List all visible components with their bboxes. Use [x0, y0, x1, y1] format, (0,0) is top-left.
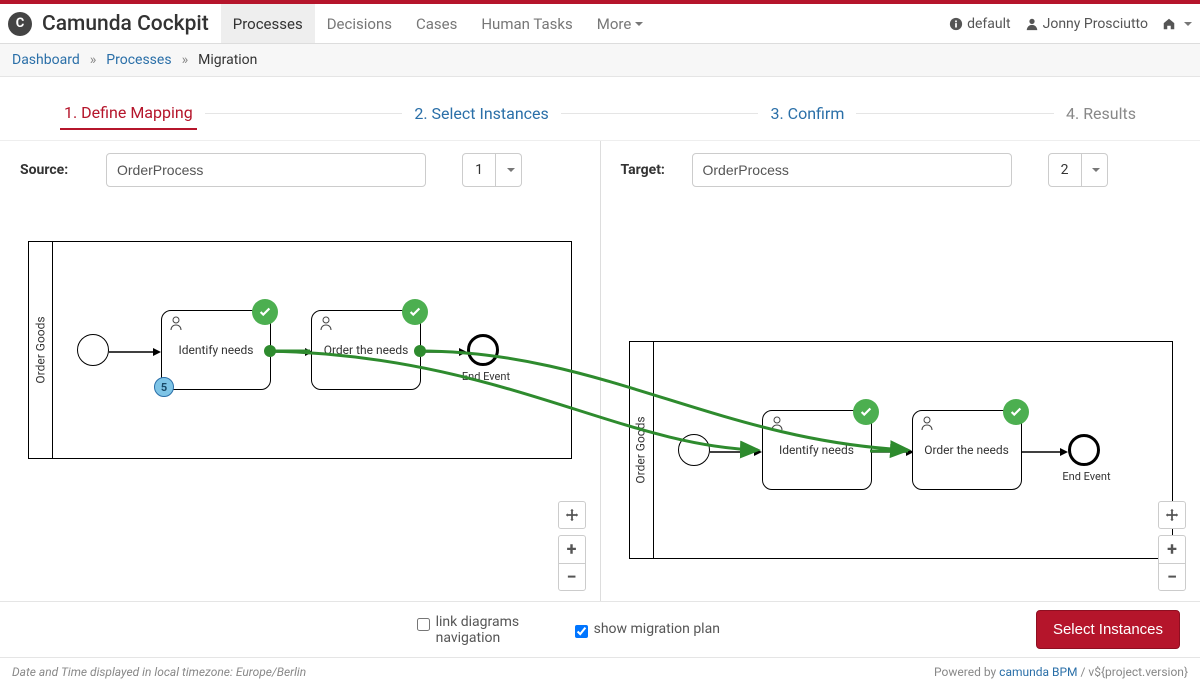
engine-selector[interactable]: default	[949, 16, 1011, 32]
mapping-check-icon	[252, 299, 278, 325]
nav-more[interactable]: More	[585, 4, 656, 43]
wizard-step-3[interactable]: 3. Confirm	[766, 98, 848, 129]
source-task-order[interactable]: Order the needs	[311, 310, 421, 390]
nav-more-label: More	[597, 15, 632, 33]
task-label: Order the needs	[324, 343, 409, 357]
source-end-label: End Event	[451, 370, 521, 383]
primary-nav: Processes Decisions Cases Human Tasks Mo…	[221, 4, 656, 43]
target-process-input[interactable]	[692, 153, 1012, 187]
mapping-check-icon	[402, 299, 428, 325]
app-header: C Camunda Cockpit Processes Decisions Ca…	[0, 4, 1200, 44]
wizard-step-4: 4. Results	[1062, 98, 1140, 129]
link-diagrams-input[interactable]	[417, 618, 430, 631]
target-task-order[interactable]: Order the needs	[912, 410, 1022, 490]
app-logo: C	[8, 12, 32, 36]
target-version: 2	[1048, 153, 1082, 187]
reset-zoom-button[interactable]	[1158, 501, 1186, 529]
breadcrumb-processes[interactable]: Processes	[106, 52, 171, 68]
target-pool-label: Order Goods	[630, 342, 654, 558]
user-task-icon	[168, 315, 184, 331]
user-task-icon	[318, 315, 334, 331]
nav-human-tasks[interactable]: Human Tasks	[469, 4, 584, 43]
source-task-identify[interactable]: Identify needs 5	[161, 310, 271, 390]
target-diagram[interactable]: Order Goods Identify needs Order the nee…	[629, 341, 1173, 559]
source-pool-label: Order Goods	[29, 242, 53, 458]
target-pane: Target: 2 Order Goods Identify needs	[601, 141, 1200, 601]
move-icon	[1165, 508, 1179, 522]
instance-count-badge[interactable]: 5	[154, 377, 174, 397]
breadcrumb-sep: »	[90, 52, 97, 68]
chevron-down-icon	[635, 22, 643, 26]
target-end-label: End Event	[1052, 470, 1122, 483]
footer-version: / v${project.version}	[1078, 665, 1188, 679]
nav-processes[interactable]: Processes	[221, 4, 315, 43]
zoom-out-button[interactable]: −	[1158, 563, 1186, 591]
target-end-event[interactable]	[1068, 434, 1100, 466]
source-label: Source:	[20, 162, 90, 178]
reset-zoom-button[interactable]	[558, 501, 586, 529]
mapping-check-icon	[1003, 399, 1029, 425]
nav-decisions[interactable]: Decisions	[315, 4, 404, 43]
nav-cases[interactable]: Cases	[404, 4, 469, 43]
source-version-dropdown[interactable]	[496, 153, 522, 187]
link-diagrams-checkbox[interactable]: link diagrams navigation	[417, 614, 547, 646]
show-plan-checkbox[interactable]: show migration plan	[575, 621, 720, 638]
target-version-dropdown[interactable]	[1082, 153, 1108, 187]
breadcrumb-dashboard[interactable]: Dashboard	[12, 52, 80, 68]
bottom-toolbar: link diagrams navigation show migration …	[0, 601, 1200, 657]
source-end-event[interactable]	[467, 334, 499, 366]
wizard-step-1[interactable]: 1. Define Mapping	[60, 97, 197, 130]
user-icon	[1025, 17, 1039, 31]
zoom-in-button[interactable]: +	[1158, 535, 1186, 563]
select-instances-button[interactable]: Select Instances	[1036, 610, 1180, 649]
chevron-down-icon	[1184, 22, 1192, 26]
footer-tz: Europe/Berlin	[236, 665, 306, 679]
task-label: Identify needs	[178, 343, 253, 357]
wizard-steps: 1. Define Mapping 2. Select Instances 3.…	[0, 77, 1200, 141]
info-icon	[949, 17, 963, 31]
target-task-identify[interactable]: Identify needs	[762, 410, 872, 490]
source-start-event[interactable]	[77, 334, 109, 366]
breadcrumb: Dashboard » Processes » Migration	[0, 44, 1200, 77]
footer-powered-link[interactable]: camunda BPM	[999, 665, 1077, 679]
breadcrumb-current: Migration	[198, 52, 257, 68]
home-menu[interactable]	[1162, 17, 1192, 31]
target-label: Target:	[621, 162, 676, 178]
mapping-check-icon	[853, 399, 879, 425]
zoom-out-button[interactable]: −	[558, 563, 586, 591]
show-plan-input[interactable]	[575, 625, 588, 638]
user-menu[interactable]: Jonny Prosciutto	[1025, 16, 1148, 32]
task-label: Order the needs	[924, 443, 1009, 457]
footer-powered-prefix: Powered by	[934, 665, 999, 679]
chevron-down-icon	[1092, 168, 1100, 172]
app-brand: Camunda Cockpit	[42, 12, 209, 36]
engine-name: default	[967, 16, 1011, 32]
task-label: Identify needs	[779, 443, 854, 457]
home-icon	[1162, 17, 1176, 31]
show-plan-label: show migration plan	[594, 621, 720, 637]
user-task-icon	[919, 415, 935, 431]
app-footer: Date and Time displayed in local timezon…	[0, 657, 1200, 685]
user-name: Jonny Prosciutto	[1043, 16, 1148, 32]
source-version: 1	[462, 153, 496, 187]
wizard-step-2[interactable]: 2. Select Instances	[410, 98, 552, 129]
user-task-icon	[769, 415, 785, 431]
breadcrumb-sep: »	[182, 52, 189, 68]
source-pane: Source: 1 Order Goods Identify needs	[0, 141, 601, 601]
target-start-event[interactable]	[678, 434, 710, 466]
source-process-input[interactable]	[106, 153, 426, 187]
chevron-down-icon	[507, 168, 515, 172]
source-diagram[interactable]: Order Goods Identify needs 5	[28, 241, 572, 459]
zoom-in-button[interactable]: +	[558, 535, 586, 563]
link-diagrams-label: link diagrams navigation	[436, 614, 547, 646]
footer-tz-prefix: Date and Time displayed in local timezon…	[12, 665, 236, 679]
move-icon	[565, 508, 579, 522]
